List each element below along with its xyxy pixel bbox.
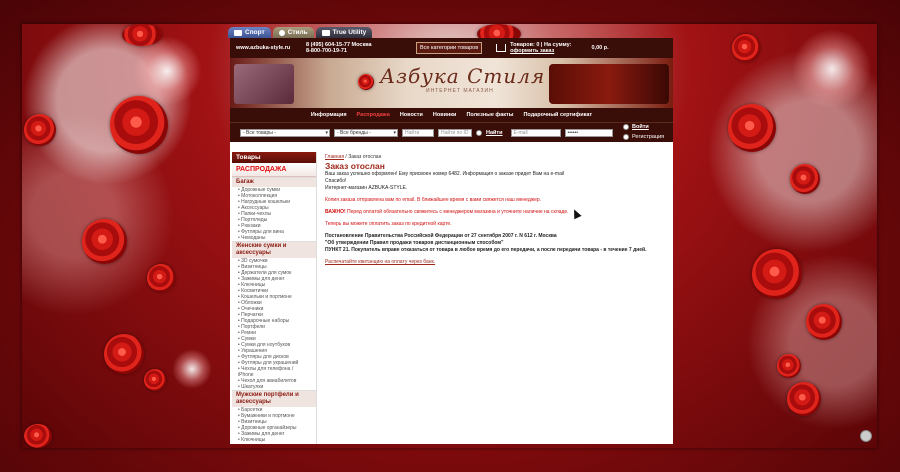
menu-sale[interactable]: Распродажа [357, 112, 390, 118]
page-title: Заказ отослан [325, 161, 385, 171]
brands-select[interactable]: - Все бренды - [334, 128, 398, 137]
vk-icon [234, 29, 242, 36]
site-logo-subtitle: ИНТЕРНЕТ МАГАЗИН [426, 88, 494, 94]
site-url: www.azbuka-style.ru [236, 45, 291, 51]
rose-decoration [777, 354, 801, 378]
sidebar-list: БарсеткиБумажники и портмонеВизитницыДор… [232, 407, 316, 443]
rose-decoration [752, 249, 802, 299]
login-options: Войти Регистрация [623, 124, 664, 140]
cart-icon[interactable] [496, 44, 507, 52]
mail-icon [321, 29, 330, 36]
menu-news[interactable]: Новости [400, 112, 423, 118]
light-glow [792, 29, 872, 109]
menu-info[interactable]: Информация [311, 112, 347, 118]
all-categories-button[interactable]: Все категории товаров [416, 42, 483, 54]
checkout-link[interactable]: оформить заказ [510, 48, 554, 54]
search-radio[interactable] [476, 129, 482, 136]
breadcrumb: Главная / Заказ отослан [325, 154, 382, 160]
sidebar-category[interactable]: Мужские портфели и аксессуары [232, 390, 316, 407]
sidebar-item[interactable]: Чехлы для телефона / iPhone [238, 366, 310, 378]
rose-decoration [147, 264, 175, 292]
website-page: www.azbuka-style.ru 8 (495) 604-15-77 Мо… [230, 38, 673, 444]
sidebar: Товары РАСПРОДАЖА Багаж Дорожные сумкиМо… [232, 152, 317, 444]
register-option[interactable]: Регистрация [623, 134, 664, 140]
content-area: Товары РАСПРОДАЖА Багаж Дорожные сумкиМо… [232, 152, 671, 444]
login-option[interactable]: Войти [623, 124, 664, 130]
rose-decoration [104, 334, 144, 374]
important-note: ВАЖНО! Перед оплатой обязательно свяжите… [325, 209, 569, 215]
rose-decoration [110, 96, 168, 154]
password-field[interactable]: •••••• [564, 128, 613, 137]
sidebar-category[interactable]: Женские сумки и аксессуары [232, 241, 316, 258]
tab-style[interactable]: Стиль [272, 27, 314, 38]
search-filters: - Все товары - - Все бренды - Найти Найт… [230, 122, 673, 142]
sidebar-list: 3D сумочкиВизитницыДержатели для сумокЗа… [232, 258, 316, 390]
tray-icon[interactable] [860, 430, 872, 442]
menu-gift-certificate[interactable]: Подарочный сертификат [523, 112, 592, 118]
rose-decoration [728, 104, 776, 152]
search-input[interactable]: Найти [402, 128, 434, 137]
thanks-text: Спасибо! [325, 178, 347, 184]
law-subtitle: "Об утверждении Правил продажи товаров д… [325, 240, 504, 246]
rose-logo-icon [358, 74, 374, 90]
rose-decoration [24, 114, 56, 146]
pay-by-card-note: Теперь вы можете оплатить заказ по креди… [325, 221, 452, 227]
tab-sport[interactable]: Спорт [228, 27, 271, 38]
menu-useful-facts[interactable]: Полезные факты [466, 112, 513, 118]
tab-true-utility[interactable]: True Utility [315, 27, 373, 38]
rose-decoration [122, 24, 162, 46]
email-copy-note: Копия заказа отправлена вам по email. В … [325, 197, 542, 203]
sidebar-list: Дорожные сумкиМотоколлекцияНагрудные кош… [232, 187, 316, 241]
rose-decoration [144, 369, 166, 391]
bags-image [549, 64, 669, 104]
rose-decoration [24, 424, 52, 448]
phone-numbers: 8 (495) 604-15-77 Москва 8-800-700-19-71 [306, 42, 372, 54]
email-field[interactable]: E-mail [510, 128, 561, 137]
shop-signature: Интернет-магазин AZBUKA-STYLE. [325, 185, 408, 191]
sidebar-sale-link[interactable]: РАСПРОДАЖА [232, 163, 316, 177]
cart-summary: Товаров: 0 | На сумму: оформить заказ [510, 42, 572, 54]
goods-select[interactable]: - Все товары - [240, 128, 330, 137]
site-top-bar: www.azbuka-style.ru 8 (495) 604-15-77 Мо… [230, 38, 673, 58]
sidebar-category[interactable]: Багаж [232, 177, 316, 187]
cart-total: 0,00 р. [591, 45, 609, 51]
main-content: Главная / Заказ отослан Заказ отослан Ва… [317, 152, 671, 444]
gift-boxes-image [234, 64, 294, 104]
main-menu: Информация Распродажа Новости Новинки По… [230, 108, 673, 122]
order-success-text: Ваш заказ успешно оформлен! Ему присвоен… [325, 171, 565, 177]
rose-decoration [732, 34, 760, 62]
browser-tabs: Спорт Стиль True Utility [228, 27, 373, 38]
law-title: Постановление Правительства Российской Ф… [325, 233, 557, 239]
light-glow [172, 349, 212, 389]
rose-decoration [787, 382, 821, 416]
search-id-input[interactable]: Найти по ID [438, 128, 472, 137]
breadcrumb-home[interactable]: Главная [325, 154, 344, 160]
site-banner: Азбука Стиля ИНТЕРНЕТ МАГАЗИН [230, 58, 673, 108]
law-clause: ПУНКТ 21. Покупатель вправе отказаться о… [325, 247, 647, 253]
rose-decoration [790, 164, 820, 194]
search-link[interactable]: Найти [486, 130, 503, 136]
print-receipt-link[interactable]: Распечатайте квитанцию на оплату через б… [325, 259, 435, 265]
rose-decoration [82, 219, 127, 264]
login-radio[interactable] [623, 124, 629, 130]
sidebar-item[interactable]: Ключницы [238, 437, 310, 443]
chat-icon [278, 29, 285, 36]
site-logo[interactable]: Азбука Стиля [380, 64, 545, 88]
rose-decoration [806, 304, 842, 340]
sidebar-title: Товары [232, 152, 316, 163]
register-radio[interactable] [623, 134, 629, 140]
menu-new-items[interactable]: Новинки [433, 112, 457, 118]
